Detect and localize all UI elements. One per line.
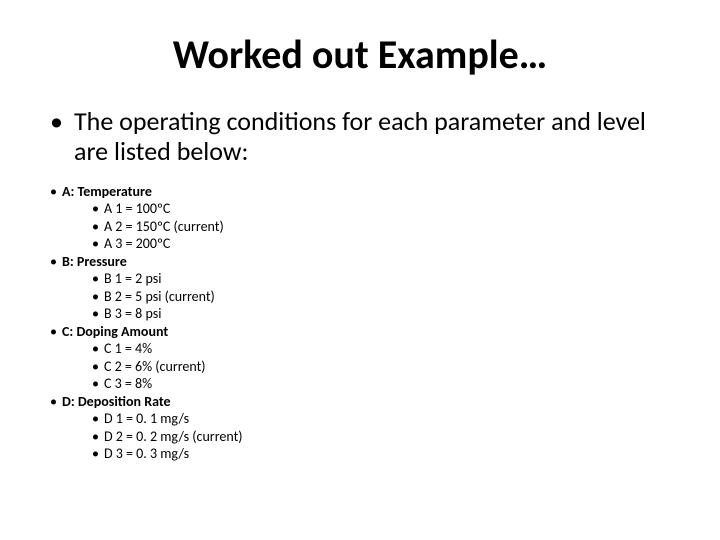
param-d-level-1: D 1 = 0. 1 mg/s <box>92 410 680 428</box>
param-b-level-3: B 3 = 8 psi <box>92 305 680 323</box>
param-d-head: D: Deposition Rate <box>50 393 680 411</box>
slide-title: Worked out Example… <box>40 30 680 79</box>
param-d-level-2: D 2 = 0. 2 mg/s (current) <box>92 428 680 446</box>
param-c-level-2: C 2 = 6% (current) <box>92 358 680 376</box>
intro-bullet: The operating conditions for each parame… <box>50 107 680 167</box>
param-b-level-2: B 2 = 5 psi (current) <box>92 288 680 306</box>
param-a-level-2: A 2 = 150ºC (current) <box>92 218 680 236</box>
param-a-level-3: A 3 = 200ºC <box>92 235 680 253</box>
param-c-level-3: C 3 = 8% <box>92 375 680 393</box>
param-a-head: A: Temperature <box>50 183 680 201</box>
param-d-level-3: D 3 = 0. 3 mg/s <box>92 445 680 463</box>
param-a-level-1: A 1 = 100ºC <box>92 200 680 218</box>
param-b-head: B: Pressure <box>50 253 680 271</box>
param-c-head: C: Doping Amount <box>50 323 680 341</box>
param-c-level-1: C 1 = 4% <box>92 340 680 358</box>
slide: Worked out Example… The operating condit… <box>0 0 720 540</box>
parameter-list: A: Temperature A 1 = 100ºC A 2 = 150ºC (… <box>50 183 680 463</box>
param-b-level-1: B 1 = 2 psi <box>92 270 680 288</box>
